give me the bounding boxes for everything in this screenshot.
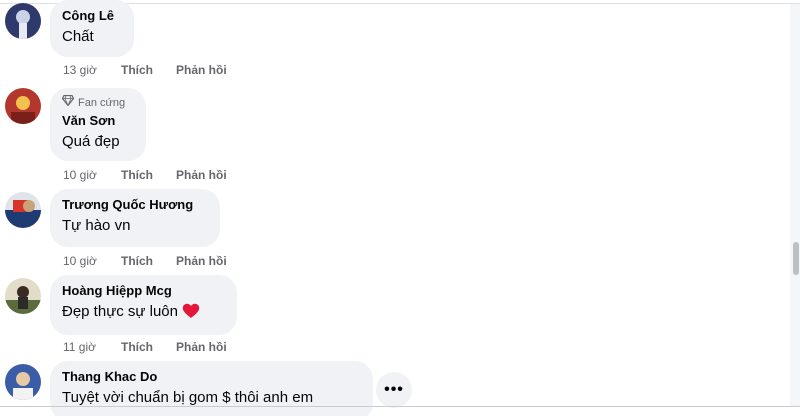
like-button[interactable]: Thích xyxy=(121,254,176,268)
fan-badge-label: Fan cứng xyxy=(78,96,126,109)
reply-button[interactable]: Phản hồi xyxy=(176,254,227,268)
avatar[interactable] xyxy=(5,3,41,39)
comment-actions: 11 giờ Thích Phản hồi xyxy=(63,340,227,354)
avatar[interactable] xyxy=(5,364,41,400)
comment-author[interactable]: Thang Khac Do xyxy=(62,369,361,385)
avatar[interactable] xyxy=(5,192,41,228)
comment-actions: 13 giờ Thích Phản hồi xyxy=(63,63,227,77)
comment-timestamp[interactable]: 10 giờ xyxy=(63,254,121,268)
comment-text: Tự hào vn xyxy=(62,217,131,234)
comment-actions: 10 giờ Thích Phản hồi xyxy=(63,254,227,268)
heart-icon xyxy=(182,303,200,325)
comment-author[interactable]: Trương Quốc Hương xyxy=(62,197,208,213)
comment-bubble: Công Lê Chất xyxy=(50,0,134,57)
comment-author[interactable]: Văn Sơn xyxy=(62,113,134,129)
comment-timestamp[interactable]: 13 giờ xyxy=(63,63,121,77)
comment-text-content: Đẹp thực sự luôn xyxy=(62,303,178,320)
comment-author[interactable]: Hoàng Hiệpp Mcg xyxy=(62,283,225,299)
more-options-icon[interactable]: ••• xyxy=(376,372,412,408)
reply-button[interactable]: Phản hồi xyxy=(176,340,227,354)
comment-bubble: Trương Quốc Hương Tự hào vn xyxy=(50,189,220,247)
like-button[interactable]: Thích xyxy=(121,168,176,182)
comment-timestamp[interactable]: 11 giờ xyxy=(63,340,121,354)
comment-text: Quá đẹp xyxy=(62,133,120,150)
scrollbar-track[interactable] xyxy=(790,4,800,406)
comment-text: Chất xyxy=(62,28,94,45)
diamond-icon xyxy=(61,94,75,110)
fan-badge: Fan cứng xyxy=(61,94,134,110)
like-button[interactable]: Thích xyxy=(121,340,176,354)
comment-timestamp[interactable]: 10 giờ xyxy=(63,168,121,182)
comment-bubble: Hoàng Hiệpp Mcg Đẹp thực sự luôn xyxy=(50,275,237,335)
reply-button[interactable]: Phản hồi xyxy=(176,168,227,182)
avatar[interactable] xyxy=(5,88,41,124)
comment-bubble: Fan cứng Văn Sơn Quá đẹp xyxy=(50,88,146,161)
comment-bubble: Thang Khac Do Tuyệt vời chuẩn bị gom $ t… xyxy=(50,361,373,416)
comment-text: Đẹp thực sự luôn xyxy=(62,302,225,325)
comment-text: Tuyệt vời chuẩn bị gom $ thôi anh em xyxy=(62,389,314,406)
comment-actions: 10 giờ Thích Phản hồi xyxy=(63,168,227,182)
bottom-divider xyxy=(0,406,800,407)
like-button[interactable]: Thích xyxy=(121,63,176,77)
scrollbar-thumb[interactable] xyxy=(793,242,799,275)
comment-author[interactable]: Công Lê xyxy=(62,8,122,24)
avatar[interactable] xyxy=(5,278,41,314)
reply-button[interactable]: Phản hồi xyxy=(176,63,227,77)
